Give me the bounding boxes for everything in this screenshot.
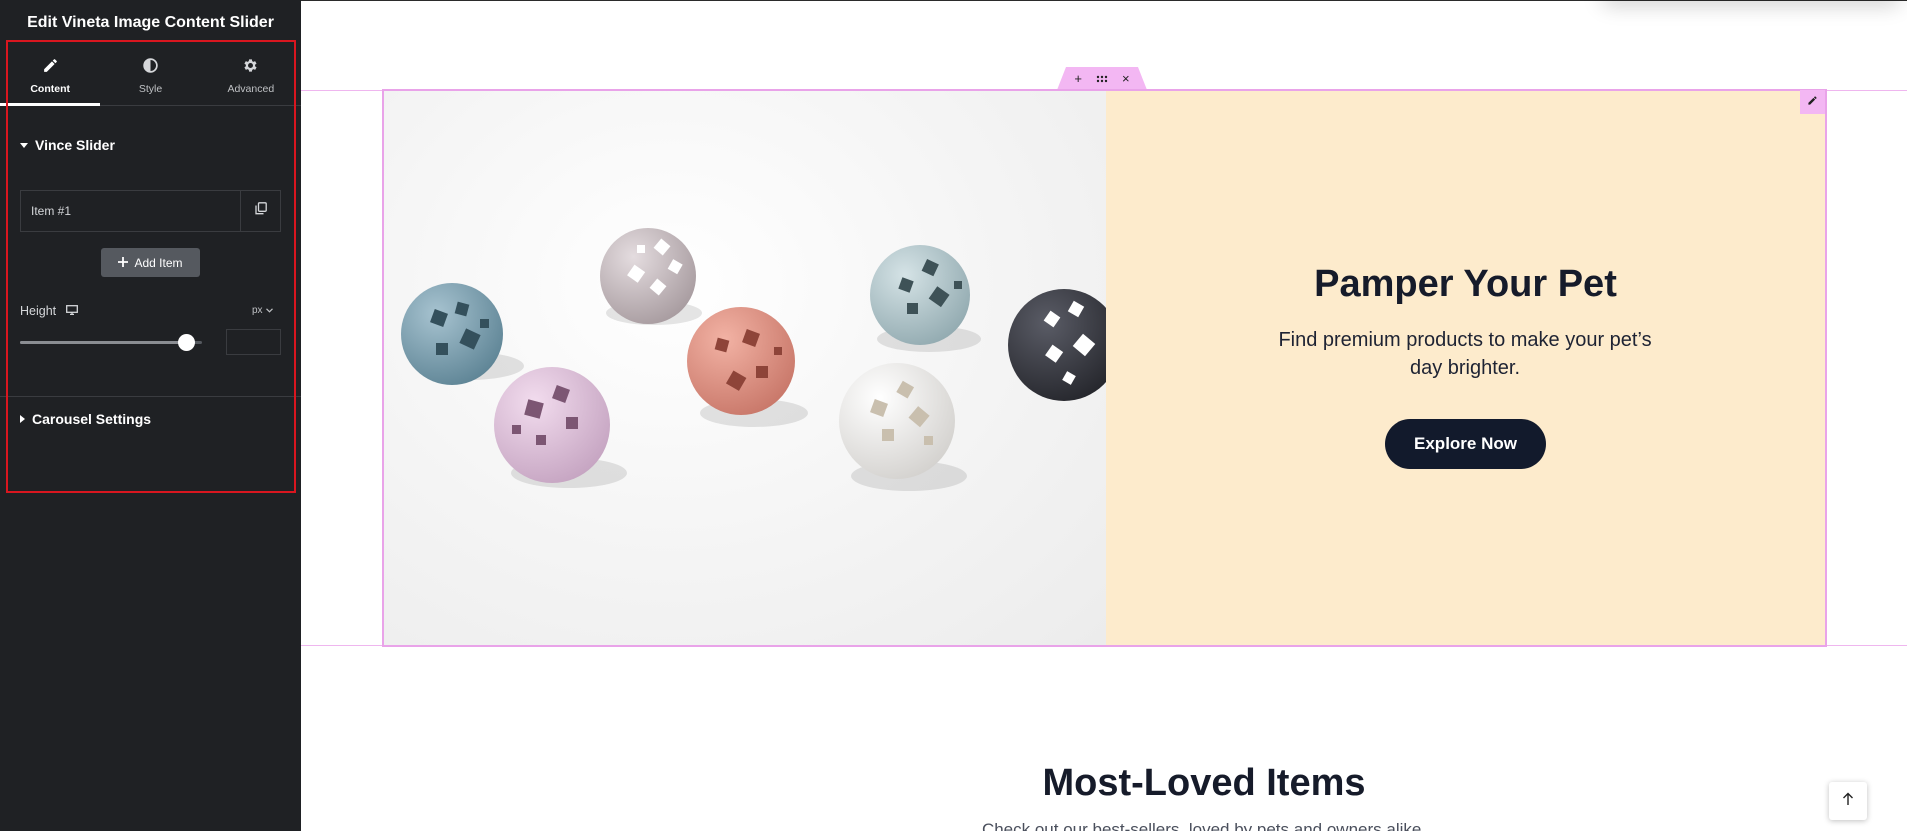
repeater-item: Item #1 <box>20 190 281 232</box>
tab-content-label: Content <box>30 82 70 95</box>
pencil-icon <box>1807 93 1818 111</box>
desktop-icon[interactable] <box>66 304 79 318</box>
back-to-top-button[interactable] <box>1829 782 1867 820</box>
panel-title: Edit Vineta Image Content Slider <box>27 14 274 31</box>
height-control-label: Height <box>20 304 79 318</box>
add-section-icon[interactable]: + <box>1074 72 1082 85</box>
slider-widget-outline[interactable] <box>382 89 1827 647</box>
add-item-button[interactable]: Add Item <box>101 248 200 277</box>
height-slider-fill <box>20 341 186 344</box>
section-carousel-settings-toggle[interactable]: Carousel Settings <box>20 411 151 427</box>
gear-icon <box>242 57 259 77</box>
section-divider <box>0 396 301 397</box>
tab-style-label: Style <box>138 82 163 95</box>
height-label: Height <box>20 304 57 318</box>
contrast-icon <box>142 57 159 77</box>
arrow-up-icon <box>1842 792 1854 811</box>
height-value-input[interactable] <box>226 329 281 355</box>
chevron-down-icon <box>265 305 273 316</box>
editor-panel: Edit Vineta Image Content Slider Content… <box>0 0 301 831</box>
tab-style[interactable]: Style <box>100 46 200 105</box>
add-item-label: Add Item <box>134 255 183 270</box>
delete-section-icon[interactable]: × <box>1122 72 1130 85</box>
plus-icon <box>118 256 129 270</box>
drag-handle-icon[interactable] <box>1096 72 1108 85</box>
pencil-icon <box>42 57 59 77</box>
section-carousel-settings-label: Carousel Settings <box>32 411 152 427</box>
section-title: Most-Loved Items <box>1042 762 1366 804</box>
section-vince-slider-toggle[interactable]: Vince Slider <box>20 137 115 153</box>
section-vince-slider-label: Vince Slider <box>35 137 115 153</box>
height-slider-thumb[interactable] <box>178 334 195 351</box>
copy-icon <box>254 202 267 220</box>
tab-advanced-label: Advanced <box>227 82 275 95</box>
unit-select[interactable]: px <box>252 305 273 316</box>
tab-content[interactable]: Content <box>0 46 101 106</box>
caret-down-icon <box>20 142 28 148</box>
header-bottom-border <box>301 0 1907 1</box>
unit-value: px <box>252 305 263 316</box>
panel-tabs: Content Style Advanced <box>0 46 301 106</box>
section-handle: + × <box>1057 67 1147 90</box>
preview-canvas: + × Pamper Your Pet Find premium product… <box>301 0 1907 831</box>
duplicate-item-button[interactable] <box>240 191 280 231</box>
repeater-item-title[interactable]: Item #1 <box>21 191 240 231</box>
edit-widget-button[interactable] <box>1800 90 1825 114</box>
editor-window: Edit Vineta Image Content Slider Content… <box>0 0 1907 831</box>
tab-advanced[interactable]: Advanced <box>201 46 301 105</box>
height-slider[interactable] <box>20 334 202 351</box>
section-subtitle: Check out our best-sellers, loved by pet… <box>981 820 1427 831</box>
caret-right-icon <box>20 415 25 423</box>
